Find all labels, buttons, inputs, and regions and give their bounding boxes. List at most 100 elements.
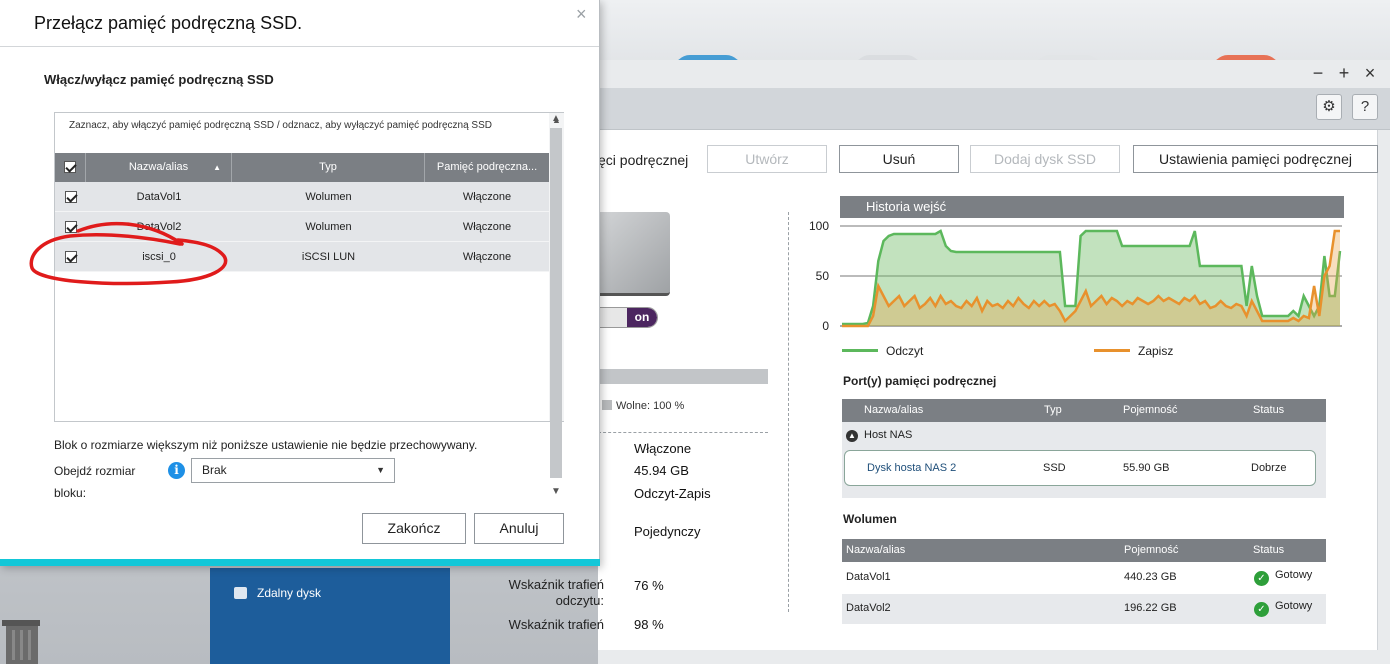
scroll-down-icon[interactable]: ▼ xyxy=(551,486,561,497)
select-all-checkbox[interactable] xyxy=(64,161,76,174)
table-row[interactable]: DataVol2 196.22 GB ✓ Gotowy xyxy=(842,594,1326,624)
table-header: Nazwa/alias ▲ Typ Pamięć podręczna... xyxy=(55,153,549,182)
dialog-scrollbar[interactable]: ▲ ▼ xyxy=(549,112,563,502)
ports-col-status: Status xyxy=(1253,404,1285,416)
volume-name: DataVol2 xyxy=(846,602,891,614)
ports-col-capacity: Pojemność xyxy=(1123,404,1178,416)
scroll-up-icon[interactable]: ▲ xyxy=(551,113,561,124)
row-name: DataVol2 xyxy=(136,221,182,233)
host-disk-capacity: 55.90 GB xyxy=(1123,462,1170,474)
select-value: Brak xyxy=(202,463,227,477)
legend-read-label: Odczyt xyxy=(886,344,924,358)
row-cache: Włączone xyxy=(462,221,512,233)
ssd-cache-toggle-dialog: Przełącz pamięć podręczną SSD. × Włącz/w… xyxy=(0,0,600,566)
volume-status: ✓ Gotowy xyxy=(1254,600,1312,617)
create-button[interactable]: Utwórz xyxy=(707,145,827,173)
table-row[interactable]: DataVol2 Wolumen Włączone xyxy=(55,212,549,242)
host-disk-status: Dobrze xyxy=(1251,462,1287,474)
minimize-icon[interactable]: − xyxy=(1310,64,1326,82)
col-cache[interactable]: Pamięć podręczna... xyxy=(425,153,549,182)
sidebar-panel: Zdalny dysk xyxy=(210,568,450,664)
vol-col-name: Nazwa/alias xyxy=(846,544,906,556)
legend-write-line xyxy=(1094,349,1130,352)
dialog-accent-bar xyxy=(0,559,600,566)
access-history-chart: 100 50 0 xyxy=(809,219,1342,333)
collapse-icon[interactable]: ▲ xyxy=(846,430,858,442)
col-type[interactable]: Typ xyxy=(232,153,425,182)
cache-capacity-value: 45.94 GB xyxy=(634,463,689,478)
sidebar-item-remote-disk[interactable]: Zdalny dysk xyxy=(234,586,321,600)
row-type: iSCSI LUN xyxy=(301,251,356,263)
maximize-icon[interactable]: + xyxy=(1336,64,1352,82)
read-hit-rate-label: Wskaźnik trafień odczytu: xyxy=(508,577,604,608)
ssd-drive-image xyxy=(598,212,670,296)
free-space-legend: Wolne: 100 % xyxy=(602,400,684,412)
volume-capacity: 440.23 GB xyxy=(1124,571,1177,583)
y-tick-label: 0 xyxy=(822,319,829,333)
vertical-separator xyxy=(788,212,789,612)
hit-rate-label: Wskaźnik trafień xyxy=(508,617,604,632)
volume-list: Zaznacz, aby włączyć pamięć podręczną SS… xyxy=(54,112,564,422)
sort-asc-icon: ▲ xyxy=(213,163,221,172)
close-icon[interactable]: × xyxy=(576,4,587,25)
table-row[interactable]: DataVol1 440.23 GB ✓ Gotowy xyxy=(842,563,1326,593)
cache-ports-title: Port(y) pamięci podręcznej xyxy=(843,374,997,388)
trash-icon[interactable] xyxy=(0,612,44,664)
read-hit-rate-value: 76 % xyxy=(634,578,664,593)
row-type: Wolumen xyxy=(305,221,352,233)
dialog-subtitle: Włącz/wyłącz pamięć podręczną SSD xyxy=(44,72,274,87)
bypass-block-size-label: Obejdź rozmiar bloku: xyxy=(54,464,136,500)
help-icon[interactable]: ? xyxy=(1352,94,1378,120)
col-name[interactable]: Nazwa/alias ▲ xyxy=(86,153,232,182)
legend-write: Zapisz xyxy=(1094,344,1173,358)
row-name: iscsi_0 xyxy=(142,251,176,263)
bypass-block-size-select[interactable]: Brak ▼ xyxy=(191,458,395,483)
close-icon[interactable]: × xyxy=(1362,64,1378,82)
hit-rate-value: 98 % xyxy=(634,617,664,632)
scroll-thumb[interactable] xyxy=(550,128,562,478)
host-disk-name: Dysk hosta NAS 2 xyxy=(867,462,957,474)
settings-gear-icon[interactable]: ⚙ xyxy=(1316,94,1342,120)
finish-button[interactable]: Zakończ xyxy=(362,513,466,544)
y-tick-label: 50 xyxy=(816,269,830,283)
row-checkbox[interactable] xyxy=(64,221,77,234)
volume-name: DataVol1 xyxy=(846,571,891,583)
cancel-button[interactable]: Anuluj xyxy=(474,513,564,544)
table-row[interactable]: iscsi_0 iSCSI LUN Włączone xyxy=(55,242,549,272)
usage-progress-bar xyxy=(598,369,768,384)
cache-section-title: ęci podręcznej xyxy=(598,152,689,168)
chart-title: Historia wejść xyxy=(840,196,1344,218)
host-nas-label: Host NAS xyxy=(864,429,913,441)
volume-status: ✓ Gotowy xyxy=(1254,569,1312,586)
row-name: DataVol1 xyxy=(136,191,182,203)
row-checkbox[interactable] xyxy=(64,191,77,204)
check-icon: ✓ xyxy=(1254,571,1269,586)
volumes-title: Wolumen xyxy=(843,512,897,526)
info-icon[interactable]: i xyxy=(168,462,185,479)
cache-panel: ęci podręcznej Utwórz Usuń Dodaj dysk SS… xyxy=(509,130,1378,650)
check-icon: ✓ xyxy=(1254,602,1269,617)
host-disk-row[interactable]: Dysk hosta NAS 2 SSD 55.90 GB Dobrze xyxy=(844,450,1316,486)
row-checkbox[interactable] xyxy=(64,251,77,264)
separator xyxy=(598,432,768,433)
cache-raid-value: Pojedynczy xyxy=(634,524,701,539)
legend-read-line xyxy=(842,349,878,352)
storage-manager-window: − + × ⚙ ? ęci podręcznej Utwórz Usuń Dod… xyxy=(509,60,1390,664)
ports-col-type: Typ xyxy=(1044,404,1062,416)
cache-toggle[interactable]: on xyxy=(598,307,658,328)
row-type: Wolumen xyxy=(305,191,352,203)
legend-read: Odczyt xyxy=(842,344,923,358)
add-ssd-button[interactable]: Dodaj dysk SSD xyxy=(970,145,1120,173)
volume-status-label: Gotowy xyxy=(1275,569,1313,581)
host-nas-group[interactable]: ▲ Host NAS Dysk hosta NAS 2 SSD 55.90 GB… xyxy=(842,422,1326,498)
cache-settings-button[interactable]: Ustawienia pamięci podręcznej xyxy=(1133,145,1378,173)
sidebar-item-label: Zdalny dysk xyxy=(257,586,322,600)
select-all-cell xyxy=(55,153,86,182)
divider xyxy=(0,46,599,47)
remove-button[interactable]: Usuń xyxy=(839,145,959,173)
window-controls: − + × xyxy=(1310,64,1378,82)
cache-mode-value: Odczyt-Zapis xyxy=(634,486,711,501)
volume-status-label: Gotowy xyxy=(1275,600,1313,612)
host-disk-type: SSD xyxy=(1043,462,1066,474)
table-row[interactable]: DataVol1 Wolumen Włączone xyxy=(55,182,549,212)
